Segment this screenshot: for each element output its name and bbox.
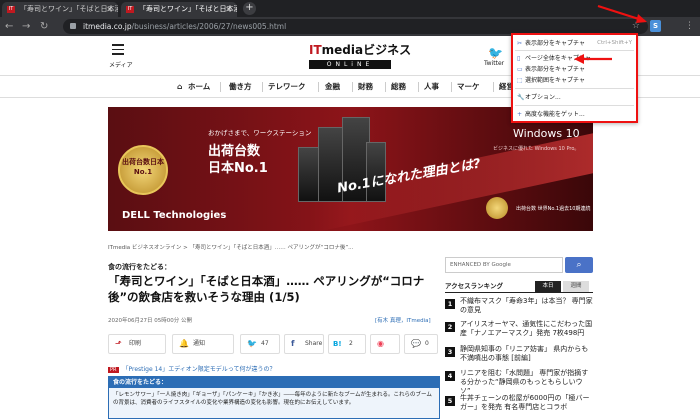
arrowhead-extension	[636, 14, 647, 23]
arrowhead-full-page	[574, 54, 584, 64]
annotation-arrows	[574, 4, 647, 64]
